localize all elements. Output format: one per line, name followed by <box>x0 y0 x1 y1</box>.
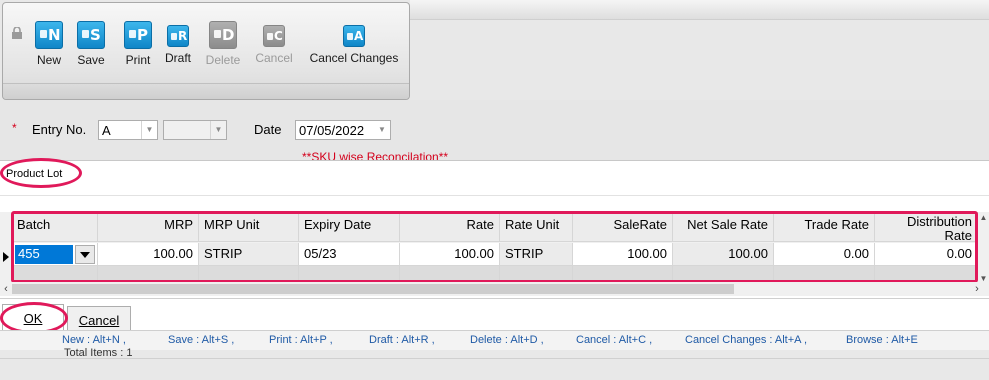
chevron-left-icon[interactable]: ‹ <box>0 282 12 296</box>
cancel-label: Cancel <box>255 51 293 65</box>
shortcut-new: New : Alt+N , <box>62 334 126 346</box>
shortcut-print: Print : Alt+P , <box>269 334 333 346</box>
footer-strip <box>0 350 989 380</box>
draft-button[interactable]: R Draft <box>161 21 195 65</box>
total-items-label: Total Items : 1 <box>64 347 133 356</box>
chevron-down-icon[interactable]: ▼ <box>141 121 157 139</box>
delete-label: Delete <box>205 53 241 67</box>
highlight-box <box>11 211 978 283</box>
delete-doc-icon: D <box>209 21 237 49</box>
new-button[interactable]: N New <box>33 21 65 67</box>
cancel-tab-button[interactable]: Cancel <box>67 306 131 330</box>
toolbar-footer <box>3 83 409 99</box>
cancel-changes-button[interactable]: A Cancel Changes <box>307 21 401 65</box>
new-doc-icon: N <box>35 21 63 49</box>
chevron-down-icon[interactable]: ▼ <box>210 121 226 139</box>
print-label: Print <box>125 53 151 67</box>
tab-strip <box>0 298 989 330</box>
lock-icon <box>12 27 22 39</box>
save-doc-icon: S <box>77 21 105 49</box>
cancel-doc-icon: C <box>263 25 285 47</box>
shortcut-draft: Draft : Alt+R , <box>369 334 435 346</box>
divider <box>0 358 989 359</box>
save-button[interactable]: S Save <box>74 21 108 67</box>
cancel-changes-label: Cancel Changes <box>309 51 399 65</box>
vertical-scrollbar[interactable]: ▲ ▼ <box>978 212 989 284</box>
section-title: **SKU wise Reconcilation** <box>302 150 449 160</box>
chevron-right-icon[interactable]: › <box>971 282 983 296</box>
print-button[interactable]: P Print <box>121 21 155 67</box>
cancel-tab-label: Cancel <box>78 313 120 328</box>
entry-prefix-value: A <box>102 123 111 138</box>
shortcut-cancel-changes: Cancel Changes : Alt+A , <box>685 334 807 346</box>
entry-prefix-select[interactable]: A ▼ <box>98 120 158 140</box>
chevron-up-icon[interactable]: ▲ <box>978 212 989 223</box>
draft-label: Draft <box>164 51 191 65</box>
cancel-changes-icon: A <box>343 25 365 47</box>
divider <box>0 195 989 196</box>
shortcut-save: Save : Alt+S , <box>168 334 235 346</box>
toolbar: N New S Save P Print R Draft D Delete C … <box>2 2 410 100</box>
shortcut-delete: Delete : Alt+D , <box>470 334 544 346</box>
date-label: Date <box>254 122 282 137</box>
title-band <box>410 0 989 20</box>
draft-doc-icon: R <box>167 25 189 47</box>
cancel-button[interactable]: C Cancel <box>254 21 294 65</box>
print-doc-icon: P <box>124 21 152 49</box>
new-label: New <box>36 53 61 67</box>
shortcut-browse: Browse : Alt+E <box>846 334 918 346</box>
date-picker[interactable]: 07/05/2022 ▼ <box>295 120 391 140</box>
required-marker: * <box>12 121 17 135</box>
highlight-circle <box>0 158 82 188</box>
shortcut-cancel: Cancel : Alt+C , <box>576 334 653 346</box>
date-value: 07/05/2022 <box>299 123 365 138</box>
scrollbar-thumb[interactable] <box>12 284 734 294</box>
chevron-down-icon[interactable]: ▼ <box>374 121 390 139</box>
entry-no-label: Entry No. <box>32 122 87 137</box>
entry-number-select[interactable]: ▼ <box>163 120 227 140</box>
horizontal-scrollbar[interactable]: ‹ › <box>0 282 989 296</box>
delete-button[interactable]: D Delete <box>202 21 244 67</box>
save-label: Save <box>77 53 105 67</box>
